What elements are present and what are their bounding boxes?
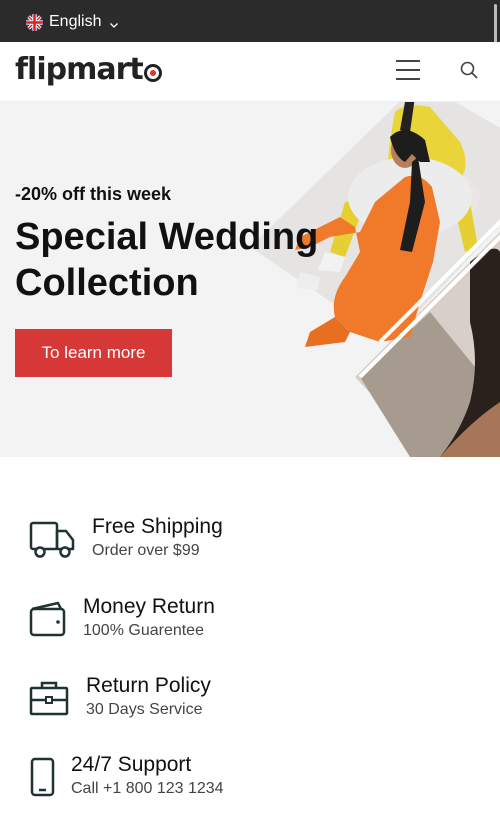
feature-subtitle: Order over $99: [92, 542, 200, 559]
logo-mark-icon: [143, 63, 162, 82]
uk-flag-icon: [26, 13, 43, 31]
briefcase-icon: [29, 681, 69, 716]
feature-money-return: Money Return 100% Guarentee: [28, 595, 468, 655]
chevron-down-icon: [109, 17, 119, 28]
search-icon[interactable]: [459, 60, 481, 82]
feature-support: 24/7 Support Call +1 800 123 1234: [28, 753, 468, 813]
learn-more-button[interactable]: To learn more: [15, 329, 172, 377]
hero-title: Special Wedding Collection: [15, 216, 319, 304]
language-selector[interactable]: English: [26, 11, 119, 33]
feature-subtitle: Call +1 800 123 1234: [71, 780, 224, 797]
logo-text: flipmart: [15, 52, 144, 87]
phone-icon: [30, 757, 55, 797]
site-header: flipmart: [0, 42, 500, 102]
feature-subtitle: 100% Guarentee: [83, 622, 204, 639]
language-label: English: [49, 13, 102, 30]
feature-title: Return Policy: [86, 674, 211, 697]
feature-return-policy: Return Policy 30 Days Service: [28, 674, 468, 734]
top-bar: English: [0, 0, 500, 44]
scrollbar[interactable]: [494, 4, 497, 44]
feature-title: Money Return: [83, 595, 215, 618]
feature-subtitle: 30 Days Service: [86, 701, 203, 718]
truck-icon: [29, 521, 75, 558]
hamburger-menu-icon[interactable]: [396, 60, 422, 82]
features-list: Free Shipping Order over $99 Money Retur…: [0, 457, 500, 840]
promo-eyebrow: -20% off this week: [15, 184, 172, 204]
wallet-icon: [29, 601, 66, 637]
feature-title: Free Shipping: [92, 515, 223, 538]
feature-title: 24/7 Support: [71, 753, 192, 776]
logo[interactable]: flipmart: [15, 52, 162, 87]
feature-free-shipping: Free Shipping Order over $99: [28, 515, 468, 575]
hero-banner: -20% off this week Special Wedding Colle…: [0, 102, 500, 457]
